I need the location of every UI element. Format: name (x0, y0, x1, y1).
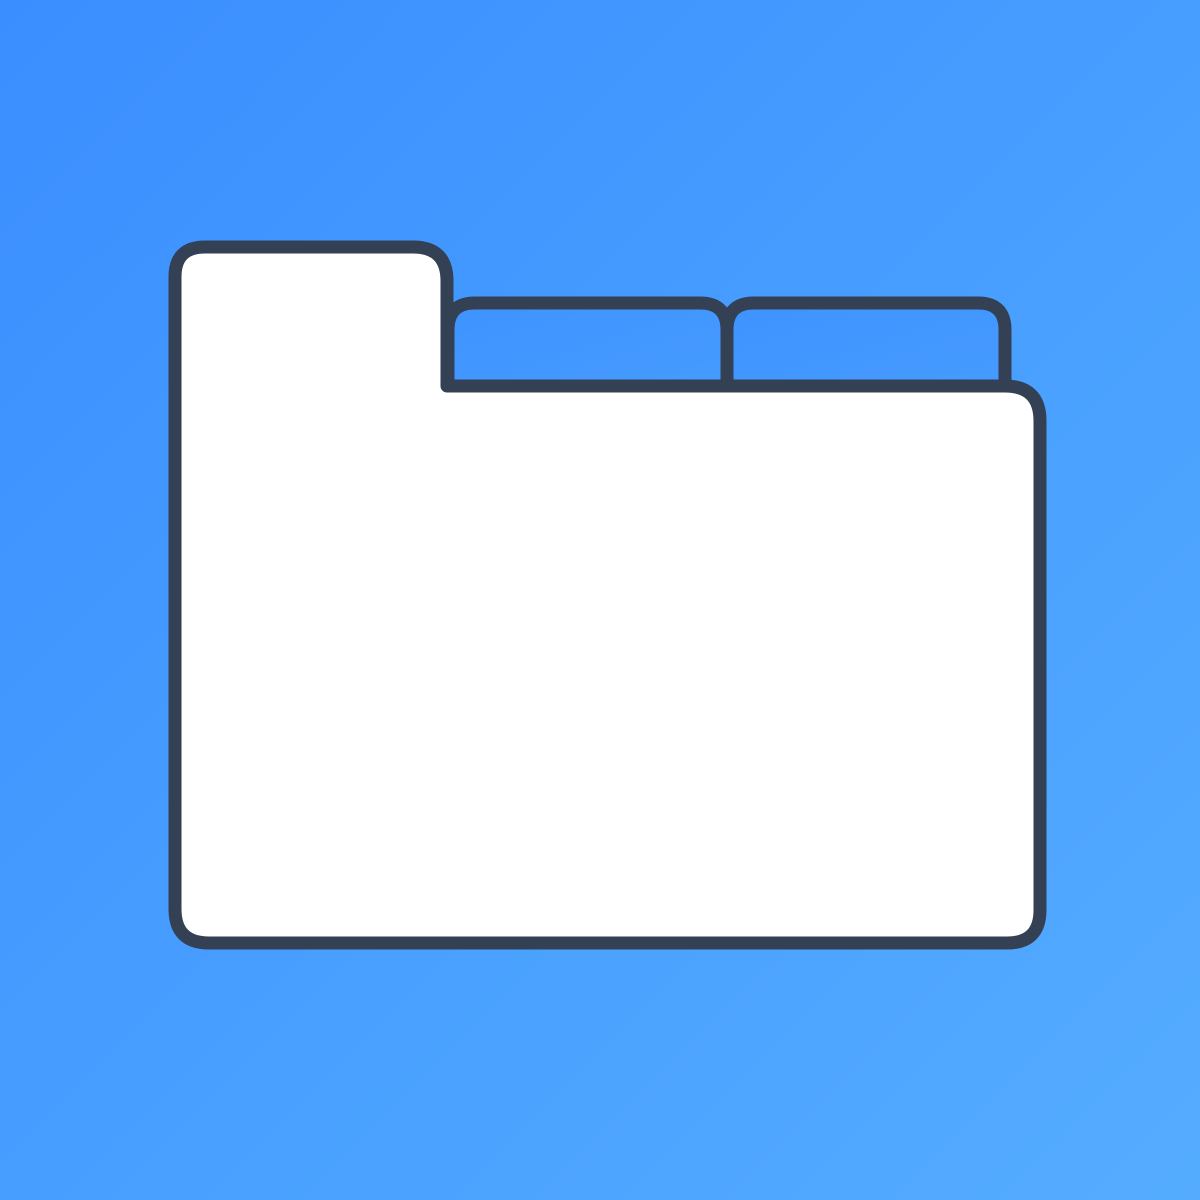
folder-tab-icon (720, 296, 1012, 398)
folder-icon[interactable] (0, 0, 1200, 1200)
folder-tab-icon (441, 296, 734, 398)
app-icon-canvas (0, 0, 1200, 1200)
